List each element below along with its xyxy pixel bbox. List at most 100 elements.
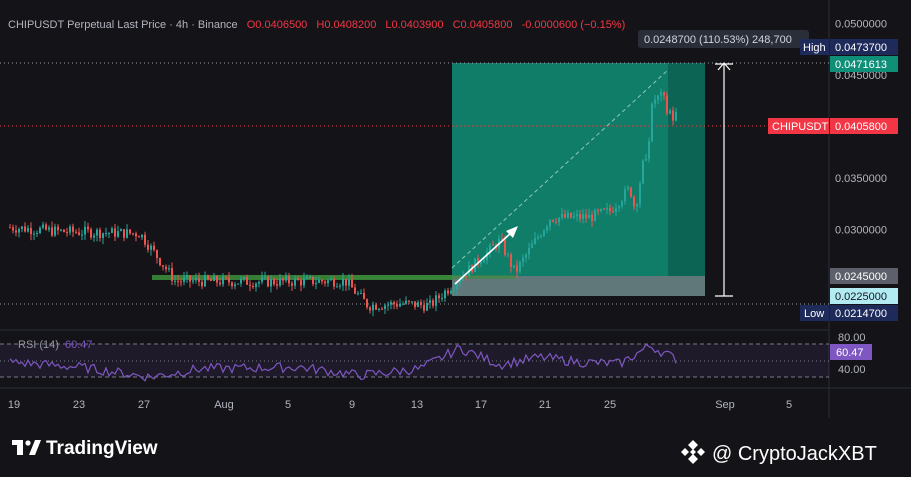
candle-body <box>126 229 128 238</box>
candle-body <box>582 214 584 219</box>
candle-body <box>108 233 110 235</box>
candle-body <box>444 290 446 299</box>
candle-body <box>606 207 608 210</box>
candle-body <box>369 307 371 311</box>
candle-body <box>333 279 335 287</box>
candle-body <box>309 276 311 278</box>
candle-body <box>465 276 467 278</box>
candle-body <box>261 277 263 282</box>
high-tag: High <box>803 42 826 54</box>
candle-body <box>303 278 305 286</box>
candle-body <box>609 207 611 212</box>
candle-body <box>669 110 671 114</box>
candle-body <box>297 278 299 281</box>
candle-body <box>483 260 485 263</box>
candle-body <box>585 214 587 219</box>
candle-body <box>342 278 344 286</box>
candle-body <box>219 282 221 285</box>
candle-body <box>531 243 533 248</box>
candle-body <box>264 276 266 278</box>
candle-body <box>573 215 575 218</box>
candle-body <box>57 226 59 231</box>
candle-body <box>33 233 35 235</box>
candle-body <box>153 245 155 250</box>
candle-body <box>555 221 557 223</box>
candle-body <box>528 247 530 255</box>
candle-body <box>27 228 29 232</box>
chart-canvas[interactable]: 0.0248700 (110.53%) 248,700 CHIPUSDT Per… <box>0 0 911 477</box>
candle-body <box>435 295 437 306</box>
candle-body <box>66 232 68 234</box>
candle-body <box>186 275 188 278</box>
candle-body <box>330 279 332 281</box>
price-tick-label: 0.0350000 <box>835 173 887 185</box>
candle-body <box>246 277 248 285</box>
candle-body <box>324 281 326 284</box>
price-tick-label: 0.0500000 <box>835 18 887 30</box>
candle-body <box>384 305 386 310</box>
candle-body <box>561 213 563 218</box>
candle-body <box>156 249 158 259</box>
candle-body <box>564 213 566 218</box>
candle-body <box>312 276 314 285</box>
symbol-info: CHIPUSDT Perpetual Last Price · 4h · Bin… <box>8 19 625 31</box>
candle-body <box>447 290 449 294</box>
candle-body <box>612 211 614 213</box>
candle-body <box>414 301 416 307</box>
ohlc-high: H0.0408200 <box>316 19 376 31</box>
candle-body <box>393 302 395 305</box>
candle-body <box>405 300 407 304</box>
candle-body <box>453 288 455 291</box>
candle-body <box>84 226 86 235</box>
candle-body <box>363 292 365 300</box>
candle-body <box>102 233 104 239</box>
candle-body <box>399 303 401 307</box>
candle-body <box>345 278 347 286</box>
rsi-upper-label: 80.00 <box>838 332 866 344</box>
candle-body <box>378 308 380 310</box>
price-tick-label: 0.0300000 <box>835 224 887 236</box>
candle-body <box>408 300 410 302</box>
candle-body <box>105 233 107 235</box>
candle-body <box>183 277 185 282</box>
time-tick-label: 17 <box>475 399 487 411</box>
support-zone-extension <box>350 275 515 279</box>
measure-label: 0.0248700 (110.53%) 248,700 <box>644 34 792 46</box>
candle-body <box>588 214 590 219</box>
candle-body <box>198 278 200 282</box>
symbol-text: CHIPUSDT Perpetual Last Price · 4h · Bin… <box>8 19 238 31</box>
candle-body <box>357 293 359 295</box>
candle-body <box>450 290 452 294</box>
candle-body <box>24 226 26 232</box>
candle-body <box>285 276 287 281</box>
chart-window: 0.0248700 (110.53%) 248,700 CHIPUSDT Per… <box>0 0 911 477</box>
time-tick-label: 5 <box>285 399 291 411</box>
candle-body <box>615 208 617 212</box>
low-tag: Low <box>804 308 824 320</box>
candle-body <box>579 214 581 219</box>
time-tick-label: 9 <box>349 399 355 411</box>
candle-body <box>426 303 428 311</box>
candle-body <box>621 201 623 207</box>
candle-body <box>645 158 647 161</box>
time-tick-label: 23 <box>73 399 85 411</box>
candle-body <box>576 214 578 216</box>
candle-body <box>651 103 653 142</box>
candle-body <box>336 286 338 288</box>
candle-body <box>429 300 431 304</box>
candle-body <box>69 226 71 233</box>
candle-body <box>306 277 308 279</box>
candle-body <box>387 304 389 306</box>
candle-body <box>558 217 560 223</box>
candle-body <box>129 229 131 234</box>
candle-body <box>675 112 677 121</box>
candle-body <box>288 276 290 284</box>
candle-body <box>504 239 506 255</box>
candle-body <box>75 231 77 233</box>
stop-value: 0.0225000 <box>835 291 887 303</box>
candle-body <box>135 233 137 237</box>
candle-body <box>36 233 38 235</box>
candle-body <box>111 228 113 234</box>
candle-body <box>222 276 224 285</box>
candle-body <box>81 234 83 236</box>
